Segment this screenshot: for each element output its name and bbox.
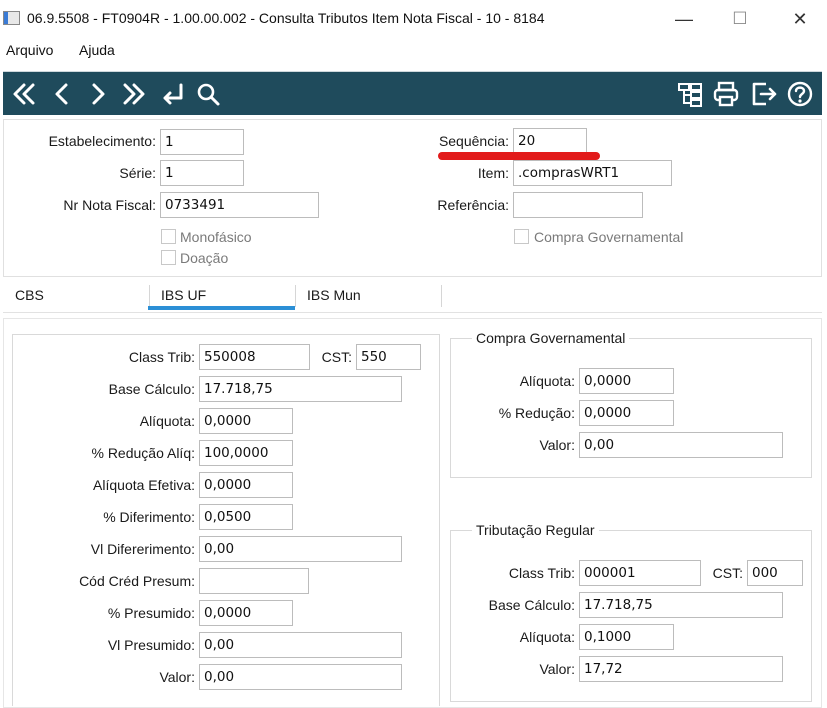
cst-label: CST:	[321, 349, 352, 365]
tr-aliquota-field[interactable]: 0,1000	[579, 624, 674, 650]
sequencia-field[interactable]: 20	[513, 128, 587, 154]
navigator-icon[interactable]	[675, 79, 705, 109]
estabelecimento-label: Estabelecimento:	[48, 133, 156, 149]
cod-cred-presum-field[interactable]	[199, 568, 309, 594]
next-icon[interactable]	[83, 79, 113, 109]
cod-cred-presum-label: Cód Créd Presum:	[79, 573, 195, 589]
tab-cbs[interactable]: CBS	[15, 287, 44, 303]
app-icon	[3, 11, 20, 25]
cg-reducao-label: % Redução:	[498, 405, 575, 421]
vl-presumido-field[interactable]: 0,00	[199, 632, 402, 658]
tab-separator	[149, 285, 150, 307]
monofasico-label: Monofásico	[180, 229, 252, 245]
cg-valor-field[interactable]: 0,00	[579, 432, 783, 458]
diferimento-field[interactable]: 0,0500	[199, 504, 293, 530]
vl-diferimento-label: Vl Difererimento:	[90, 541, 195, 557]
window-title: 06.9.5508 - FT0904R - 1.00.00.002 - Cons…	[27, 10, 545, 26]
serie-field[interactable]: 1	[160, 160, 244, 186]
tr-cst-label: CST:	[712, 565, 743, 581]
tab-ibs-mun[interactable]: IBS Mun	[307, 287, 361, 303]
tr-class-trib-label: Class Trib:	[508, 565, 575, 581]
menu-ajuda[interactable]: Ajuda	[79, 42, 115, 58]
aliquota-efetiva-label: Alíquota Efetiva:	[93, 477, 195, 493]
close-button[interactable]: ✕	[780, 6, 820, 32]
vl-diferimento-field[interactable]: 0,00	[199, 536, 402, 562]
tr-cst-field[interactable]: 000	[747, 560, 803, 586]
search-icon[interactable]	[193, 79, 223, 109]
valor-label: Valor:	[159, 669, 195, 685]
tab-ibs-uf[interactable]: IBS UF	[161, 287, 206, 303]
nr-nota-fiscal-label: Nr Nota Fiscal:	[63, 197, 156, 213]
highlight-underline	[438, 152, 600, 160]
tab-bar: CBS IBS UF IBS Mun	[3, 279, 822, 313]
base-calculo-label: Base Cálculo:	[108, 381, 195, 397]
referencia-field[interactable]	[513, 192, 643, 218]
exit-icon[interactable]	[749, 79, 779, 109]
title-bar: 06.9.5508 - FT0904R - 1.00.00.002 - Cons…	[0, 0, 827, 38]
tab-separator	[441, 285, 442, 307]
monofasico-checkbox[interactable]	[161, 229, 176, 244]
cg-valor-label: Valor:	[539, 437, 575, 453]
presumido-field[interactable]: 0,0000	[199, 600, 293, 626]
compra-governamental-title: Compra Governamental	[472, 330, 630, 346]
serie-label: Série:	[119, 165, 156, 181]
aliquota-efetiva-field[interactable]: 0,0000	[199, 472, 293, 498]
diferimento-label: % Diferimento:	[103, 509, 195, 525]
help-icon[interactable]	[785, 79, 815, 109]
estabelecimento-field[interactable]: 1	[160, 129, 244, 155]
cst-field[interactable]: 550	[356, 344, 421, 370]
tr-valor-field[interactable]: 17,72	[579, 656, 783, 682]
compra-governamental-checkbox[interactable]	[514, 229, 529, 244]
previous-icon[interactable]	[47, 79, 77, 109]
reducao-aliq-field[interactable]: 100,0000	[199, 440, 293, 466]
first-icon[interactable]	[9, 79, 39, 109]
base-calculo-field[interactable]: 17.718,75	[199, 376, 402, 402]
tributacao-regular-title: Tributação Regular	[472, 522, 599, 538]
tr-base-calculo-field[interactable]: 17.718,75	[579, 592, 783, 618]
cg-reducao-field[interactable]: 0,0000	[579, 400, 674, 426]
tab-separator	[295, 285, 296, 307]
referencia-label: Referência:	[437, 197, 509, 213]
toolbar	[3, 71, 822, 115]
doacao-checkbox[interactable]	[161, 250, 176, 265]
valor-field[interactable]: 0,00	[199, 664, 402, 690]
compra-governamental-label: Compra Governamental	[534, 229, 684, 245]
aliquota-field[interactable]: 0,0000	[199, 408, 293, 434]
vl-presumido-label: Vl Presumido:	[107, 637, 195, 653]
tr-base-calculo-label: Base Cálculo:	[488, 597, 575, 613]
last-icon[interactable]	[119, 79, 149, 109]
menu-bar: Arquivo Ajuda	[0, 38, 827, 64]
sequencia-label: Sequência:	[438, 133, 509, 149]
reducao-aliq-label: % Redução Alíq:	[91, 445, 195, 461]
nr-nota-fiscal-field[interactable]: 0733491	[160, 192, 319, 218]
presumido-label: % Presumido:	[107, 605, 195, 621]
active-tab-indicator	[148, 306, 295, 310]
tr-aliquota-label: Alíquota:	[519, 629, 575, 645]
tr-valor-label: Valor:	[539, 661, 575, 677]
maximize-button[interactable]: ☐	[720, 6, 760, 32]
menu-arquivo[interactable]: Arquivo	[6, 42, 53, 58]
aliquota-label: Alíquota:	[139, 413, 195, 429]
tr-class-trib-field[interactable]: 000001	[579, 560, 701, 586]
print-icon[interactable]	[711, 79, 741, 109]
class-trib-field[interactable]: 550008	[199, 344, 310, 370]
doacao-label: Doação	[180, 250, 229, 266]
item-label: Item:	[477, 165, 509, 181]
cg-aliquota-field[interactable]: 0,0000	[579, 368, 674, 394]
class-trib-label: Class Trib:	[128, 349, 195, 365]
goto-icon[interactable]	[157, 79, 187, 109]
item-field[interactable]: .comprasWRT1	[513, 160, 672, 186]
minimize-button[interactable]: —	[664, 6, 704, 32]
cg-aliquota-label: Alíquota:	[519, 373, 575, 389]
